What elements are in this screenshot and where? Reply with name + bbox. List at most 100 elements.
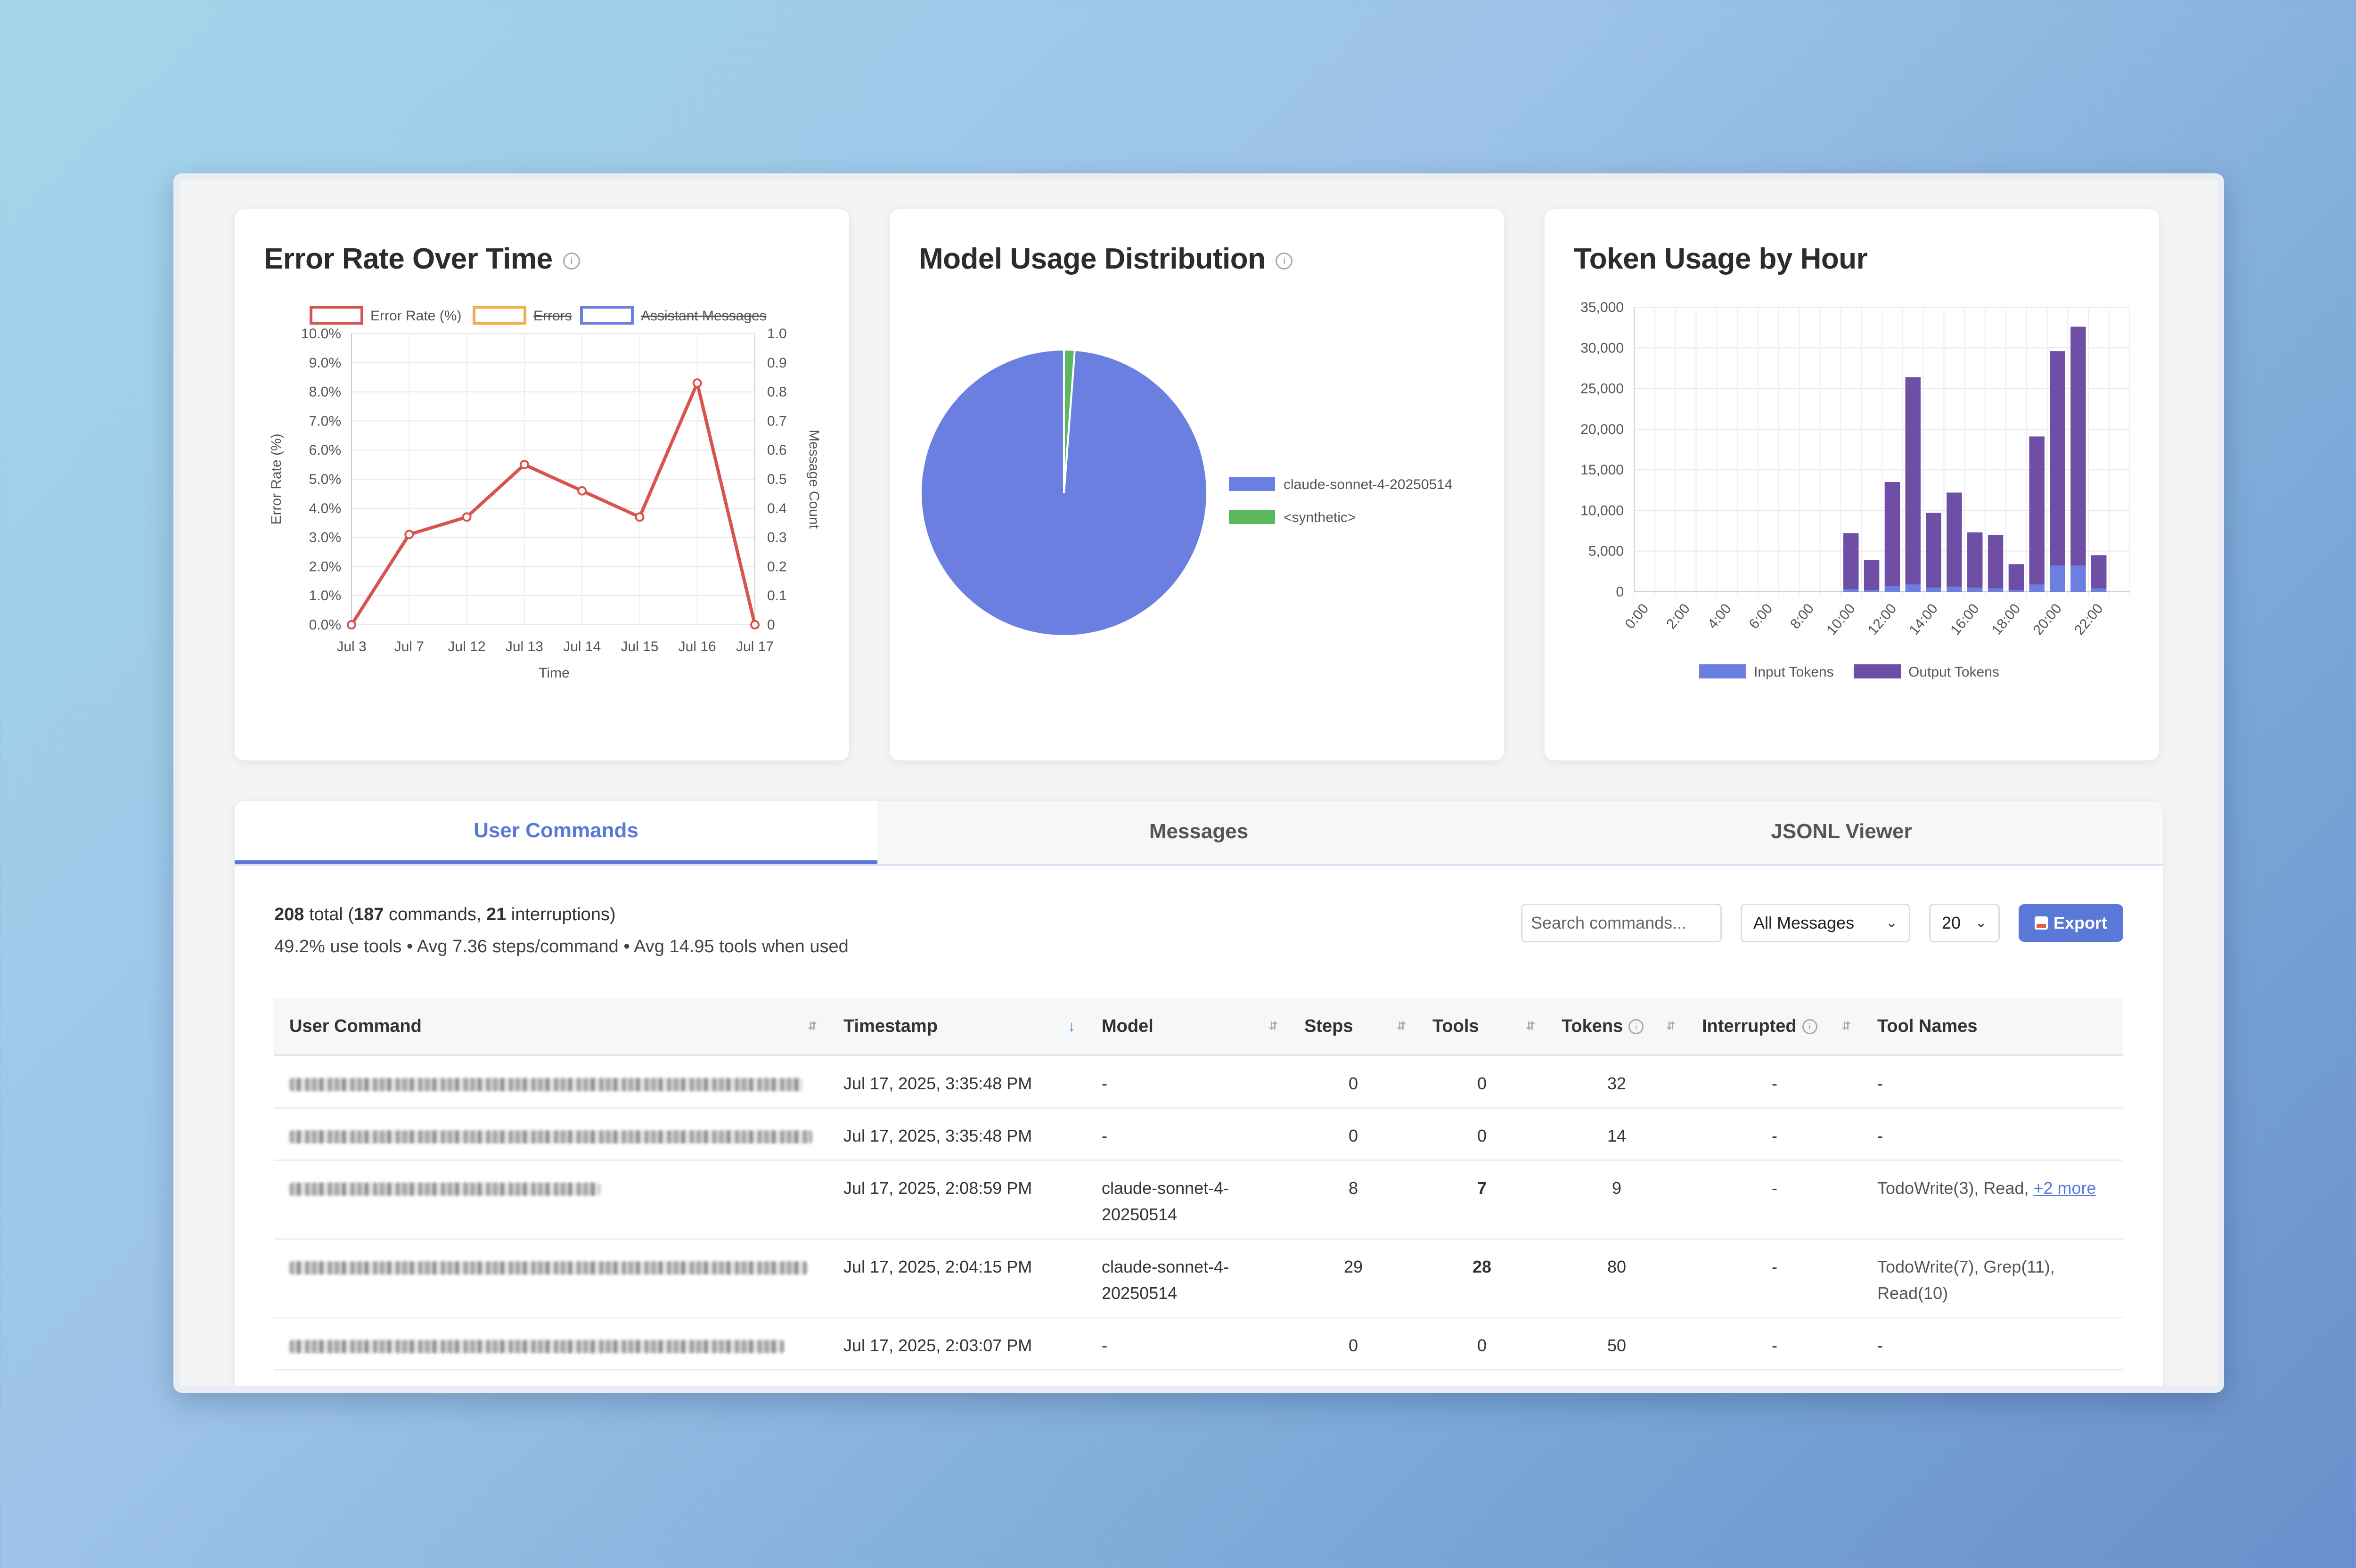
sort-icon[interactable]: ⇵ bbox=[1268, 1020, 1278, 1033]
tokens-cell: 14 bbox=[1546, 1108, 1687, 1161]
sort-icon[interactable]: ⇵ bbox=[1841, 1020, 1851, 1033]
y2-tick-label: 0.8 bbox=[767, 384, 787, 400]
legend-swatch bbox=[1229, 510, 1275, 524]
input-tokens-bar bbox=[2050, 565, 2065, 592]
y-tick-label: 15,000 bbox=[1580, 462, 1624, 478]
x-tick-label: 10:00 bbox=[1824, 601, 1858, 638]
input-tokens-bar bbox=[2091, 588, 2107, 592]
legend-label: <synthetic> bbox=[1284, 510, 1356, 525]
commands-table: User Command ⇵ Timestamp ↓ Model ⇵ Steps ⇵ T… bbox=[274, 998, 2123, 1386]
y-tick-label: 6.0% bbox=[309, 442, 341, 458]
x-tick-label: Jul 17 bbox=[736, 639, 774, 654]
tools-cell[interactable]: 28 bbox=[1417, 1239, 1546, 1318]
col-timestamp[interactable]: Timestamp ↓ bbox=[828, 998, 1087, 1056]
output-tokens-bar bbox=[2029, 436, 2045, 585]
info-icon[interactable]: i bbox=[1628, 1019, 1644, 1035]
message-filter-select[interactable]: All Messages ⌄ bbox=[1740, 904, 1910, 942]
more-tools-link[interactable]: +2 more bbox=[2033, 1178, 2096, 1198]
user-command-cell bbox=[274, 1370, 828, 1386]
y-tick-label: 5.0% bbox=[309, 472, 341, 487]
user-command-cell bbox=[274, 1160, 828, 1240]
col-tools[interactable]: Tools ⇵ bbox=[1417, 998, 1546, 1056]
table-row[interactable]: Jul 17, 2025, 2:08:59 PM claude-sonnet-4… bbox=[274, 1160, 2123, 1240]
tool-names-cell: - bbox=[1862, 1370, 2123, 1386]
model-cell: claude-sonnet-4-20250514 bbox=[1087, 1160, 1289, 1240]
col-model[interactable]: Model ⇵ bbox=[1087, 998, 1289, 1056]
input-tokens-bar bbox=[1864, 590, 1880, 592]
sort-down-icon[interactable]: ↓ bbox=[1068, 1018, 1075, 1035]
tokens-cell: 9 bbox=[1546, 1160, 1687, 1240]
model-cell: - bbox=[1087, 1370, 1289, 1386]
model-cell: - bbox=[1087, 1055, 1289, 1109]
col-tokens[interactable]: Tokens i ⇵ bbox=[1546, 998, 1687, 1056]
timestamp-cell: Jul 17, 2025, 3:35:48 PM bbox=[828, 1055, 1087, 1109]
sort-icon[interactable]: ⇵ bbox=[1666, 1020, 1676, 1033]
col-interrupted[interactable]: Interrupted i ⇵ bbox=[1687, 998, 1862, 1056]
tokens-cell: 50 bbox=[1546, 1317, 1687, 1371]
error-rate-line bbox=[350, 381, 757, 626]
y2-tick-label: 0.6 bbox=[767, 442, 787, 458]
tools-cell: 0 bbox=[1417, 1317, 1546, 1371]
table-row[interactable]: Jul 17, 2025, 2:03:07 PM - 0 0 50 - - bbox=[274, 1317, 2123, 1371]
output-tokens-bar bbox=[1884, 482, 1900, 586]
tokens-cell: 32 bbox=[1546, 1370, 1687, 1386]
tab-user-commands[interactable]: User Commands bbox=[235, 801, 877, 864]
page-size-select[interactable]: 20 ⌄ bbox=[1929, 904, 2000, 942]
total-word: total ( bbox=[309, 905, 354, 924]
interrupted-cell: - bbox=[1687, 1055, 1862, 1109]
token-usage-card: Token Usage by Hour 35,000 30,000 25,000 20… bbox=[1545, 209, 2159, 760]
tool-names-cell: - bbox=[1862, 1108, 2123, 1161]
output-tokens-bar bbox=[1947, 492, 1962, 587]
col-user-command[interactable]: User Command ⇵ bbox=[274, 998, 828, 1056]
sort-icon[interactable]: ⇵ bbox=[1397, 1020, 1406, 1033]
col-steps[interactable]: Steps ⇵ bbox=[1289, 998, 1417, 1056]
y-tick-label: 30,000 bbox=[1580, 340, 1624, 356]
legend-label: Input Tokens bbox=[1754, 664, 1834, 680]
tool-names-text: TodoWrite(3), Read, bbox=[1877, 1178, 2029, 1198]
output-tokens-bar bbox=[2050, 351, 2065, 566]
steps-cell: 0 bbox=[1289, 1317, 1417, 1371]
sort-icon[interactable]: ⇵ bbox=[808, 1020, 817, 1033]
steps-cell: 8 bbox=[1289, 1160, 1417, 1240]
legend-swatch bbox=[1229, 477, 1275, 491]
table-row[interactable]: Jul 17, 2025, 3:35:48 PM - 0 0 32 - - bbox=[274, 1055, 2123, 1109]
redacted-text bbox=[289, 1261, 808, 1274]
table-row[interactable]: Jul 17, 2025, 1:33:22 PM - 0 0 32 - - bbox=[274, 1370, 2123, 1386]
x-tick-label: 8:00 bbox=[1787, 601, 1817, 632]
interrupted-cell: - bbox=[1687, 1239, 1862, 1318]
tools-cell[interactable]: 7 bbox=[1417, 1160, 1546, 1240]
interruptions-word: interruptions) bbox=[511, 905, 616, 924]
x-tick-label: 16:00 bbox=[1947, 601, 1982, 638]
steps-cell: 29 bbox=[1289, 1239, 1417, 1318]
interrupted-cell: - bbox=[1687, 1108, 1862, 1161]
tool-names-cell: TodoWrite(7), Grep(11), Read(10) bbox=[1862, 1239, 2123, 1318]
y-tick-label: 1.0% bbox=[309, 588, 341, 604]
y-tick-label: 0.0% bbox=[309, 617, 341, 633]
steps-cell: 0 bbox=[1289, 1108, 1417, 1161]
x-tick-label: 6:00 bbox=[1746, 601, 1775, 632]
message-filter-value: All Messages bbox=[1753, 913, 1855, 932]
info-icon[interactable]: i bbox=[1802, 1019, 1817, 1035]
redacted-text bbox=[289, 1183, 600, 1196]
input-tokens-bar bbox=[2070, 565, 2086, 592]
legend-label: Assistant Messages bbox=[641, 308, 767, 324]
steps-cell: 0 bbox=[1289, 1370, 1417, 1386]
y2-tick-label: 0.3 bbox=[767, 530, 787, 546]
search-input[interactable]: Search commands... bbox=[1521, 904, 1722, 942]
y-tick-label: 8.0% bbox=[309, 384, 341, 400]
dashboard: Error Rate Over Time i 10.0% 1.0 9.0% 0.9 8.0… bbox=[180, 180, 2217, 1386]
x-tick-label: 14:00 bbox=[1906, 601, 1941, 638]
x-tick-label: 0:00 bbox=[1622, 601, 1652, 632]
total-count: 208 bbox=[274, 905, 304, 924]
table-row[interactable]: Jul 17, 2025, 3:35:48 PM - 0 0 14 - - bbox=[274, 1108, 2123, 1161]
tab-jsonl-viewer[interactable]: JSONL Viewer bbox=[1520, 801, 2163, 864]
table-row[interactable]: Jul 17, 2025, 2:04:15 PM claude-sonnet-4… bbox=[274, 1239, 2123, 1318]
tab-messages[interactable]: Messages bbox=[877, 801, 1520, 864]
export-button[interactable]: Export bbox=[2018, 904, 2123, 942]
error-rate-point bbox=[347, 620, 356, 629]
sort-icon[interactable]: ⇵ bbox=[1526, 1020, 1535, 1033]
y2-tick-label: 1.0 bbox=[767, 326, 787, 342]
redacted-text bbox=[289, 1130, 812, 1143]
error-rate-point bbox=[404, 530, 414, 539]
tool-names-cell: - bbox=[1862, 1055, 2123, 1109]
